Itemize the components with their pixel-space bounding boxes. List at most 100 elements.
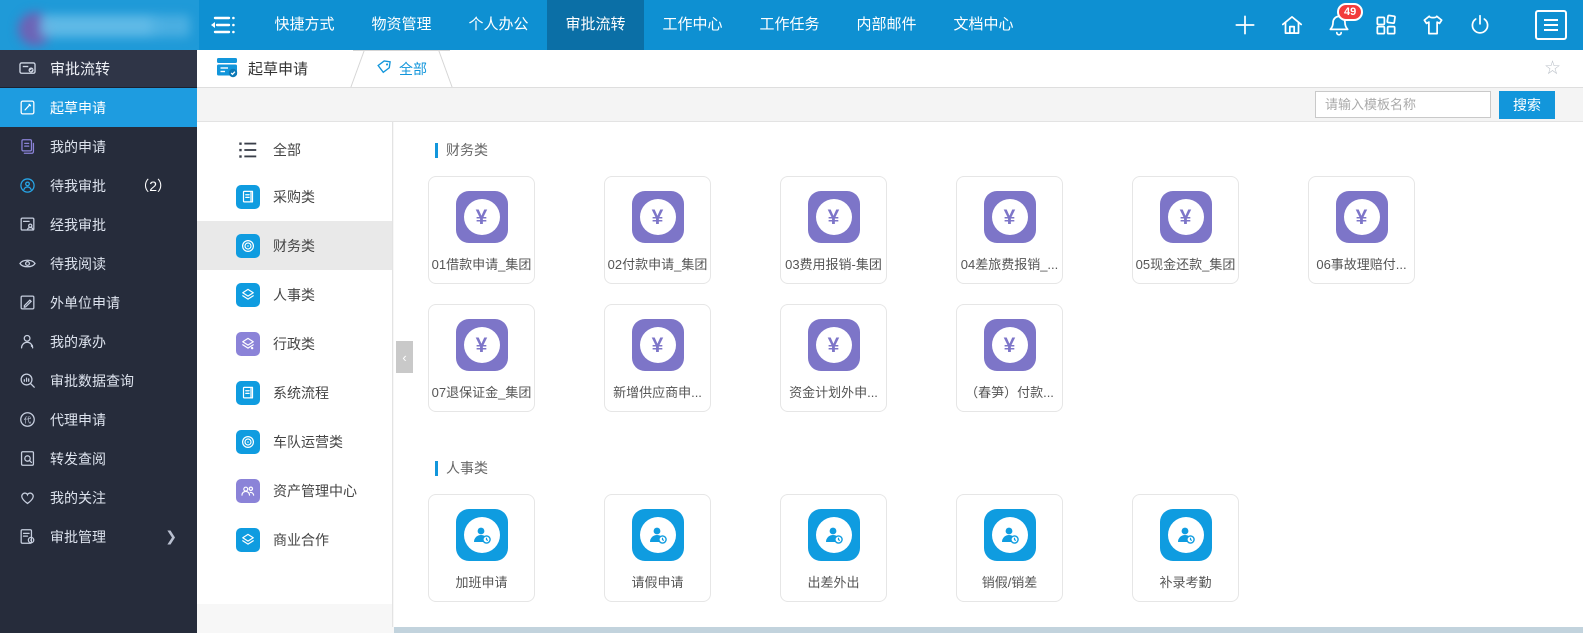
sidebar-header-label: 审批流转 <box>50 61 111 78</box>
template-icon-circle: ¥ <box>639 199 676 235</box>
template-card[interactable]: ¥03费用报销-集团 <box>780 176 887 284</box>
template-card[interactable]: 补录考勤 <box>1132 494 1239 602</box>
chevron-right-icon: ❯ <box>165 528 177 544</box>
yuan-icon: ¥ <box>1003 333 1016 357</box>
sidebar-item[interactable]: 经我审批 <box>0 205 197 244</box>
clock-person-icon <box>17 176 37 196</box>
category-item[interactable]: 行政类 <box>197 319 392 368</box>
template-icon-tile: ¥ <box>983 191 1036 243</box>
template-card[interactable]: ¥06事故理赔付... <box>1308 176 1415 284</box>
horizontal-scrollbar[interactable] <box>394 627 1583 633</box>
template-icon-tile: ¥ <box>807 191 860 243</box>
topbar-actions: 49 <box>1231 0 1567 50</box>
template-area: 财务类 ¥01借款申请_集团 ¥02付款申请_集团 ¥03费用报销-集团 ¥04差旅费报… <box>394 122 1583 627</box>
panel-collapse-icon[interactable]: ‹ <box>396 341 413 373</box>
yuan-icon: ¥ <box>475 333 488 357</box>
sidebar-item[interactable]: 待我阅读 <box>0 244 197 283</box>
sidebar-item[interactable]: 审批管理 ❯ <box>0 517 197 556</box>
menu-collapse-icon[interactable] <box>206 11 240 39</box>
topnav-item[interactable]: 审批流转 <box>547 0 644 50</box>
category-item[interactable]: 商业合作 <box>197 515 392 564</box>
category-item[interactable]: 全部 <box>197 128 392 172</box>
template-card[interactable]: ¥05现金还款_集团 <box>1132 176 1239 284</box>
search-strip: 搜索 <box>197 88 1583 122</box>
template-card[interactable]: ¥02付款申请_集团 <box>604 176 711 284</box>
draft-doc-icon <box>215 56 239 82</box>
approval-flow-app: 快捷方式 物资管理 个人办公 审批流转 工作中心 工作任务 内部邮件 文档中心 49 审批流转… <box>0 0 1583 633</box>
logo-blurred-image <box>0 0 199 50</box>
category-item[interactable]: 车队运营类 <box>197 417 392 466</box>
yuan-icon: ¥ <box>1355 205 1368 229</box>
template-card[interactable]: ¥07退保证金_集团 <box>428 304 535 412</box>
power-icon[interactable] <box>1466 11 1494 39</box>
topnav-item[interactable]: 工作中心 <box>644 0 741 50</box>
tab-draft-request[interactable]: 起草申请 <box>215 56 308 82</box>
topnav-item[interactable]: 内部邮件 <box>838 0 935 50</box>
sidebar-item-label: 代理申请 <box>50 411 106 428</box>
topnav-item[interactable]: 文档中心 <box>935 0 1032 50</box>
template-card[interactable]: ¥ （春笋）付款... <box>956 304 1063 412</box>
sidebar-item[interactable]: 我的承办 <box>0 322 197 361</box>
person-clock-icon <box>1177 527 1195 544</box>
logo <box>0 0 199 50</box>
sidebar-item[interactable]: 代 代理申请 <box>0 400 197 439</box>
sidebar-item-label: 审批数据查询 <box>50 372 134 389</box>
category-item[interactable]: 资产管理中心 <box>197 466 392 515</box>
section-title: 财务类 <box>435 140 1583 160</box>
shirt-icon[interactable] <box>1419 11 1447 39</box>
heart-icon <box>17 488 37 508</box>
template-search-input[interactable] <box>1315 91 1491 118</box>
apps-icon[interactable] <box>1372 11 1400 39</box>
home-icon[interactable] <box>1278 11 1306 39</box>
bell-icon[interactable]: 49 <box>1325 3 1364 39</box>
template-card[interactable]: ¥01借款申请_集团 <box>428 176 535 284</box>
doc-pen-icon <box>17 293 37 313</box>
template-card-label: 04差旅费报销_... <box>960 257 1059 272</box>
template-card[interactable]: ¥04差旅费报销_... <box>956 176 1063 284</box>
edit-square-icon <box>17 98 37 118</box>
topnav-item[interactable]: 个人办公 <box>450 0 547 50</box>
template-card-grid: ¥01借款申请_集团 ¥02付款申请_集团 ¥03费用报销-集团 ¥04差旅费报销_.… <box>428 176 1428 412</box>
search-button[interactable]: 搜索 <box>1499 90 1555 119</box>
sidebar-item[interactable]: 转发查阅 <box>0 439 197 478</box>
template-icon-circle <box>463 517 500 553</box>
tab-all[interactable]: 全部 <box>350 50 453 87</box>
template-card[interactable]: 请假申请 <box>604 494 711 602</box>
tag-icon <box>376 59 392 78</box>
list-icon <box>236 138 260 162</box>
sidebar-item[interactable]: 待我审批 （2） <box>0 166 197 205</box>
sidebar-item[interactable]: 外单位申请 <box>0 283 197 322</box>
sidebar-item-label: 我的关注 <box>50 489 106 506</box>
sidebar-item-label: 我的承办 <box>50 333 106 350</box>
sidebar-item-label: 经我审批 <box>50 216 106 233</box>
section-title-label: 财务类 <box>446 142 488 158</box>
doc-person-icon <box>17 215 37 235</box>
category-item[interactable]: 采购类 <box>197 172 392 221</box>
sidebar-item[interactable]: 我的关注 <box>0 478 197 517</box>
category-label: 行政类 <box>273 335 315 352</box>
category-label: 商业合作 <box>273 531 329 548</box>
template-icon-circle: ¥ <box>1343 199 1380 235</box>
template-card-label: 05现金还款_集团 <box>1135 257 1236 272</box>
topnav-item[interactable]: 快捷方式 <box>256 0 353 50</box>
category-item[interactable]: 财务类 <box>197 221 392 270</box>
sidebar-item[interactable]: 审批数据查询 <box>0 361 197 400</box>
topnav-item[interactable]: 工作任务 <box>741 0 838 50</box>
favorite-star-icon[interactable]: ☆ <box>1544 59 1561 78</box>
template-card[interactable]: 出差外出 <box>780 494 887 602</box>
template-card[interactable]: 销假/销差 <box>956 494 1063 602</box>
topnav-item[interactable]: 物资管理 <box>353 0 450 50</box>
more-menu-icon[interactable] <box>1535 10 1567 40</box>
category-item[interactable]: 系统流程 <box>197 368 392 417</box>
template-card[interactable]: 加班申请 <box>428 494 535 602</box>
category-label: 资产管理中心 <box>273 482 357 499</box>
plus-icon[interactable] <box>1231 11 1259 39</box>
sidebar-item[interactable]: 我的申请 <box>0 127 197 166</box>
yuan-icon: ¥ <box>651 205 664 229</box>
template-icon-tile: ¥ <box>1335 191 1388 243</box>
template-card[interactable]: ¥ 资金计划外申... <box>780 304 887 412</box>
sidebar-item[interactable]: 起草申请 <box>0 88 197 127</box>
category-item[interactable]: 人事类 <box>197 270 392 319</box>
template-icon-circle: ¥ <box>1167 199 1204 235</box>
template-card[interactable]: ¥ 新增供应商申... <box>604 304 711 412</box>
